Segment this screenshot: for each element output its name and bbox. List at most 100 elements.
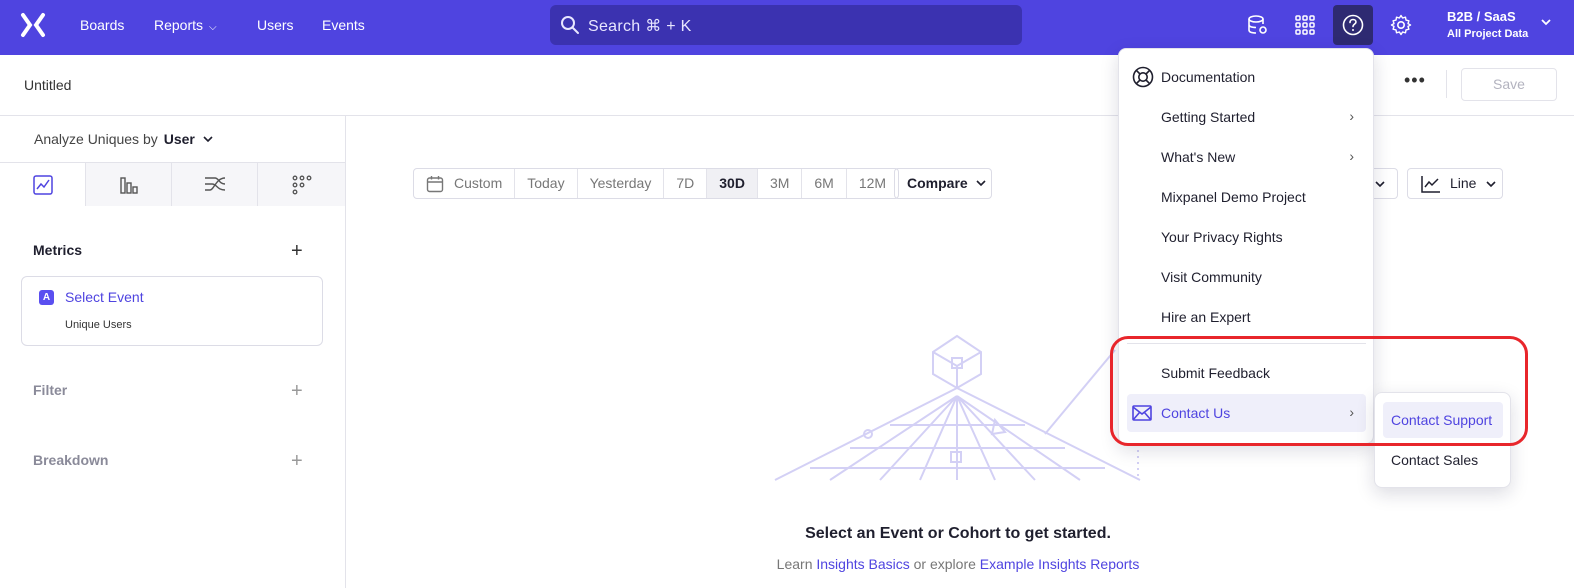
- menu-item-label: What's New: [1161, 149, 1236, 165]
- tab-insights[interactable]: [0, 163, 86, 206]
- menu-item-hire-expert[interactable]: Hire an Expert: [1127, 298, 1366, 336]
- menu-item-privacy-rights[interactable]: Your Privacy Rights: [1127, 218, 1366, 256]
- apps-grid-icon: [1295, 15, 1315, 35]
- menu-item-contact-us[interactable]: Contact Us ›: [1127, 394, 1366, 432]
- help-button[interactable]: [1333, 5, 1373, 45]
- metric-card[interactable]: A Select Event Unique Users: [21, 276, 323, 346]
- envelope-icon: [1132, 405, 1152, 421]
- nav-events[interactable]: Events: [322, 0, 365, 50]
- analyze-prefix: Analyze Uniques by: [34, 131, 158, 147]
- date-30d[interactable]: 30D: [707, 169, 758, 198]
- menu-item-label: Submit Feedback: [1161, 365, 1270, 381]
- menu-item-getting-started[interactable]: Getting Started ›: [1127, 98, 1366, 136]
- retention-dots-icon: [292, 175, 311, 194]
- query-builder-panel: Analyze Uniques by User Metrics + A Selec…: [0, 116, 346, 588]
- project-switcher[interactable]: B2B / SaaS All Project Data: [1447, 9, 1528, 40]
- tab-retention[interactable]: [258, 163, 345, 206]
- compare-dropdown[interactable]: Compare: [894, 168, 992, 199]
- learn-prefix: Learn: [776, 556, 813, 572]
- date-yesterday[interactable]: Yesterday: [578, 169, 665, 198]
- empty-state-illustration: [774, 334, 1141, 481]
- submenu-item-contact-sales[interactable]: Contact Sales: [1383, 442, 1503, 478]
- calendar-icon: [426, 176, 444, 193]
- search-placeholder: Search ⌘ + K: [588, 18, 692, 35]
- metrics-label: Metrics: [33, 242, 83, 258]
- date-3m[interactable]: 3M: [758, 169, 803, 198]
- search-input[interactable]: Search ⌘ + K: [550, 5, 1022, 45]
- select-event-button[interactable]: Select Event: [65, 289, 144, 305]
- project-name: B2B / SaaS: [1447, 9, 1516, 24]
- analyze-by-selector[interactable]: Analyze Uniques by User: [34, 131, 213, 147]
- more-options-button[interactable]: •••: [1404, 71, 1426, 95]
- menu-item-submit-feedback[interactable]: Submit Feedback: [1127, 354, 1366, 392]
- flows-icon: [204, 176, 225, 191]
- nav-users-label: Users: [257, 17, 294, 33]
- compare-label: Compare: [907, 175, 968, 191]
- nav-reports-label: Reports: [154, 17, 204, 33]
- nav-boards-label: Boards: [80, 17, 125, 33]
- settings-button[interactable]: [1381, 5, 1421, 45]
- menu-item-label: Hire an Expert: [1161, 309, 1251, 325]
- add-metric-button[interactable]: +: [291, 241, 303, 261]
- menu-item-documentation[interactable]: Documentation: [1127, 58, 1366, 96]
- chevron-down-icon: [1375, 181, 1385, 188]
- menu-item-label: Contact Us: [1161, 405, 1231, 421]
- chart-type-label: Line: [1450, 175, 1477, 191]
- database-settings-icon: [1248, 15, 1267, 34]
- nav-boards[interactable]: Boards: [80, 0, 124, 50]
- lifebuoy-icon: [1132, 66, 1154, 88]
- chevron-down-icon[interactable]: [1540, 16, 1552, 28]
- empty-state-subtitle: Learn Insights Basics or explore Example…: [700, 556, 1216, 572]
- nav-users[interactable]: Users: [257, 0, 294, 50]
- insights-basics-link[interactable]: Insights Basics: [816, 556, 909, 572]
- funnels-bars-icon: [119, 176, 138, 194]
- submenu-item-contact-support[interactable]: Contact Support: [1383, 402, 1503, 438]
- menu-item-visit-community[interactable]: Visit Community: [1127, 258, 1366, 296]
- top-navigation-bar: Boards Reports ⌵ Users Events Search ⌘ + …: [0, 0, 1574, 55]
- divider: [1446, 70, 1447, 98]
- chevron-down-icon: [976, 180, 986, 187]
- report-type-tabs: [0, 162, 345, 206]
- date-6m[interactable]: 6M: [802, 169, 847, 198]
- help-icon: [1342, 14, 1364, 36]
- example-reports-link[interactable]: Example Insights Reports: [980, 556, 1140, 572]
- analyze-value: User: [163, 131, 195, 147]
- date-7d[interactable]: 7D: [664, 169, 708, 198]
- breakdown-label: Breakdown: [33, 452, 109, 468]
- report-title[interactable]: Untitled: [24, 77, 71, 93]
- add-filter-button[interactable]: +: [291, 381, 303, 401]
- date-today[interactable]: Today: [515, 169, 578, 198]
- project-scope: All Project Data: [1447, 28, 1529, 40]
- tab-flows[interactable]: [172, 163, 258, 206]
- date-custom-label: Custom: [454, 175, 503, 191]
- chevron-down-icon: ⌵: [209, 22, 217, 33]
- mixpanel-logo-icon[interactable]: [20, 12, 46, 38]
- nav-events-label: Events: [322, 17, 365, 33]
- date-12m[interactable]: 12M: [847, 169, 898, 198]
- chevron-right-icon: ›: [1349, 404, 1354, 420]
- save-button[interactable]: Save: [1461, 68, 1557, 101]
- date-custom[interactable]: Custom: [414, 169, 516, 198]
- help-menu: Documentation Getting Started › What's N…: [1118, 48, 1374, 444]
- menu-item-label: Mixpanel Demo Project: [1161, 189, 1306, 205]
- explore-text: or explore: [913, 556, 976, 572]
- nav-reports[interactable]: Reports ⌵: [154, 0, 217, 50]
- menu-item-demo-project[interactable]: Mixpanel Demo Project: [1127, 178, 1366, 216]
- line-chart-icon: [1421, 176, 1440, 193]
- menu-item-label: Visit Community: [1161, 269, 1262, 285]
- tab-funnels[interactable]: [86, 163, 172, 206]
- chevron-right-icon: ›: [1349, 148, 1354, 164]
- filter-label: Filter: [33, 382, 68, 398]
- data-management-button[interactable]: [1238, 5, 1278, 45]
- apps-button[interactable]: [1285, 5, 1325, 45]
- measure-selector[interactable]: Unique Users: [65, 319, 132, 331]
- menu-item-whats-new[interactable]: What's New ›: [1127, 138, 1366, 176]
- chart-type-dropdown[interactable]: Line: [1407, 168, 1503, 199]
- date-range-selector: Custom Today Yesterday 7D 30D 3M 6M 12M: [413, 168, 900, 199]
- insights-chart-icon: [32, 174, 53, 195]
- menu-item-label: Getting Started: [1161, 109, 1256, 125]
- menu-item-label: Your Privacy Rights: [1161, 229, 1283, 245]
- add-breakdown-button[interactable]: +: [291, 451, 303, 471]
- search-icon: [561, 16, 579, 34]
- contact-us-submenu: Contact Support Contact Sales: [1374, 392, 1511, 488]
